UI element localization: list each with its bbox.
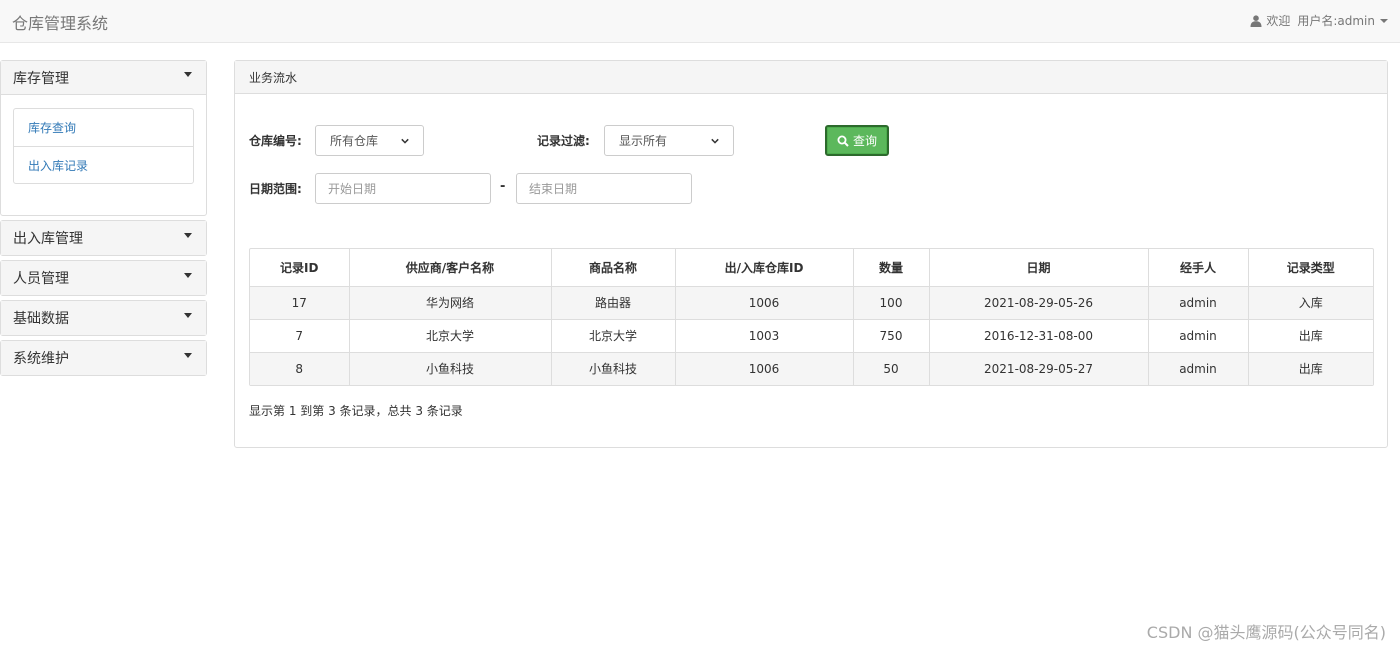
table-header-row: 记录ID 供应商/客户名称 商品名称 出/入库仓库ID 数量 日期 经手人 记录… (250, 249, 1373, 287)
table-cell: 出库 (1248, 351, 1373, 385)
table-cell: admin (1148, 286, 1249, 319)
column-header[interactable]: 供应商/客户名称 (349, 249, 552, 287)
table-cell: admin (1148, 351, 1249, 385)
records-table: 记录ID 供应商/客户名称 商品名称 出/入库仓库ID 数量 日期 经手人 记录… (249, 248, 1374, 386)
start-date-input[interactable] (315, 173, 491, 204)
sidebar-group-body: 库存查询 出入库记录 (1, 95, 206, 215)
sidebar-group-heading[interactable]: 出入库管理 (1, 221, 206, 255)
table-cell: 8 (250, 351, 350, 385)
sidebar-group-label: 人员管理 (13, 271, 69, 287)
column-header[interactable]: 出/入库仓库ID (675, 249, 854, 287)
record-filter-select-value: 显示所有 (619, 134, 668, 148)
table-cell: 1003 (675, 318, 854, 352)
caret-down-icon (184, 352, 192, 358)
table-cell: 出库 (1248, 318, 1373, 352)
table-cell: 小鱼科技 (551, 351, 676, 385)
sidebar-group-heading[interactable]: 库存管理 (1, 61, 206, 95)
sidebar-submenu: 库存查询 出入库记录 (13, 108, 194, 184)
sidebar-group-label: 库存管理 (13, 70, 69, 87)
table-cell: 750 (853, 318, 930, 352)
table-cell: 北京大学 (349, 318, 552, 352)
column-header[interactable]: 数量 (853, 249, 930, 287)
caret-down-icon (184, 72, 192, 77)
sidebar-item-inventory-query[interactable]: 库存查询 (14, 109, 193, 146)
watermark: CSDN @猫头鹰源码(公众号同名) (1146, 623, 1386, 642)
sidebar-group-label: 出入库管理 (13, 231, 83, 247)
table-cell: 17 (250, 286, 350, 319)
caret-down-icon (184, 272, 192, 278)
table-cell: 华为网络 (349, 286, 552, 319)
sidebar-group-heading[interactable]: 人员管理 (1, 261, 206, 295)
table-cell: 1006 (675, 351, 854, 385)
warehouse-label: 仓库编号: (249, 134, 302, 148)
sidebar-group-system: 系统维护 (0, 340, 207, 376)
sidebar-group-label: 基础数据 (13, 311, 69, 327)
table-row[interactable]: 7 北京大学 北京大学 1003 750 2016-12-31-08-00 ad… (250, 318, 1373, 352)
table-cell: 7 (250, 318, 350, 352)
table-cell: 100 (853, 286, 930, 319)
query-button-label: 查询 (852, 134, 877, 148)
sidebar-group-io-management: 出入库管理 (0, 220, 207, 256)
table-row[interactable]: 8 小鱼科技 小鱼科技 1006 50 2021-08-29-05-27 adm… (250, 351, 1373, 385)
table-cell: 路由器 (551, 286, 676, 319)
table-cell: 入库 (1248, 286, 1373, 319)
sidebar-group-heading[interactable]: 基础数据 (1, 301, 206, 335)
caret-down-icon (1380, 18, 1388, 23)
pagination-info: 显示第 1 到第 3 条记录，总共 3 条记录 (249, 404, 463, 418)
column-header[interactable]: 记录类型 (1248, 249, 1373, 287)
query-button[interactable]: 查询 (825, 125, 889, 156)
chevron-down-icon (401, 138, 409, 144)
warehouse-select[interactable]: 所有仓库 (315, 125, 424, 156)
chevron-down-icon (711, 138, 719, 144)
sidebar-group-personnel: 人员管理 (0, 260, 207, 296)
column-header[interactable]: 记录ID (250, 249, 350, 287)
end-date-input[interactable] (516, 173, 692, 204)
table-cell: admin (1148, 318, 1249, 352)
record-filter-label: 记录过滤: (537, 134, 590, 148)
table-cell: 2021-08-29-05-27 (929, 351, 1149, 385)
sidebar-group-heading[interactable]: 系统维护 (1, 341, 206, 375)
table-cell: 1006 (675, 286, 854, 319)
main-panel: 业务流水 仓库编号: 所有仓库 记录过滤: 显示所有 查询 日期范围: - (234, 60, 1388, 448)
welcome-text: 欢迎 (1266, 14, 1291, 28)
table-cell: 2016-12-31-08-00 (929, 318, 1149, 352)
column-header[interactable]: 日期 (929, 249, 1149, 287)
table-cell: 50 (853, 351, 930, 385)
column-header[interactable]: 商品名称 (551, 249, 676, 287)
date-range-separator: - (500, 179, 506, 194)
record-filter-select[interactable]: 显示所有 (604, 125, 734, 156)
user-menu[interactable]: 欢迎 用户名:admin (1250, 12, 1388, 29)
table-cell: 北京大学 (551, 318, 676, 352)
warehouse-select-value: 所有仓库 (330, 134, 379, 148)
table-row[interactable]: 17 华为网络 路由器 1006 100 2021-08-29-05-26 ad… (250, 286, 1373, 319)
panel-title: 业务流水 (235, 61, 1387, 94)
sidebar-group-basic-data: 基础数据 (0, 300, 207, 336)
search-icon (837, 135, 849, 147)
table-cell: 2021-08-29-05-26 (929, 286, 1149, 319)
caret-down-icon (184, 312, 192, 318)
table-cell: 小鱼科技 (349, 351, 552, 385)
app-title[interactable]: 仓库管理系统 (12, 10, 108, 34)
user-icon (1250, 14, 1262, 27)
caret-down-icon (184, 232, 192, 238)
top-navbar: 仓库管理系统 欢迎 用户名:admin (0, 0, 1400, 43)
sidebar: 库存管理 库存查询 出入库记录 出入库管理 人员管理 基础数据 系统维护 (0, 60, 207, 380)
sidebar-group-label: 系统维护 (13, 351, 69, 367)
sidebar-item-io-records[interactable]: 出入库记录 (14, 146, 193, 183)
sidebar-group-inventory: 库存管理 库存查询 出入库记录 (0, 60, 207, 216)
username-text: 用户名:admin (1297, 14, 1375, 28)
column-header[interactable]: 经手人 (1148, 249, 1249, 287)
date-range-label: 日期范围: (249, 182, 302, 196)
